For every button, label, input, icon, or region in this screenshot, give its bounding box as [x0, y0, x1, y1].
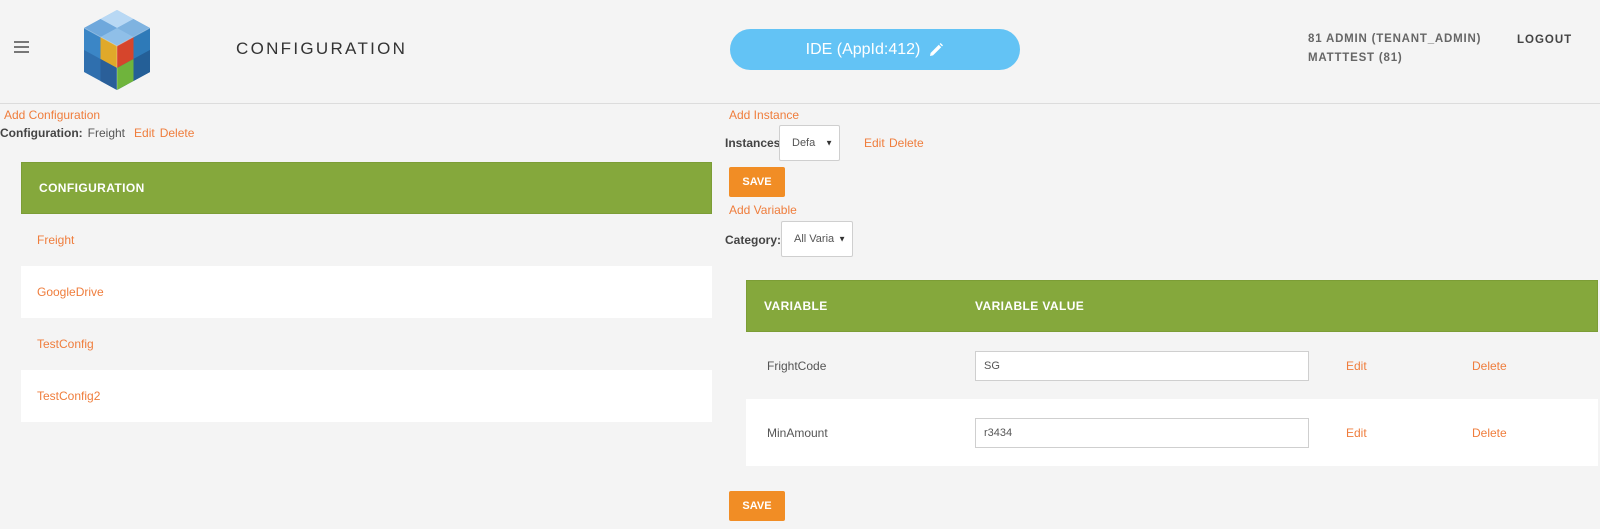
configuration-value: Freight: [87, 126, 126, 140]
table-row: MinAmount r3434 Edit Delete: [746, 399, 1598, 466]
column-header-variable-value: VARIABLE VALUE: [975, 299, 1085, 313]
add-configuration-link[interactable]: Add Configuration: [4, 108, 100, 122]
list-item[interactable]: TestConfig: [21, 318, 712, 370]
instance-delete-link[interactable]: Delete: [889, 136, 924, 150]
variable-delete-link[interactable]: Delete: [1472, 426, 1507, 440]
configuration-edit-link[interactable]: Edit: [134, 126, 155, 140]
user-role: 81 ADMIN (TENANT_ADMIN): [1308, 33, 1482, 45]
save-variables-button[interactable]: SAVE: [729, 491, 785, 521]
add-variable-link[interactable]: Add Variable: [729, 203, 797, 217]
app-selector-button[interactable]: IDE (AppId:412): [730, 29, 1020, 70]
configuration-table-header: CONFIGURATION: [21, 162, 712, 214]
variable-value-input[interactable]: SG: [975, 350, 1309, 381]
instances-select[interactable]: Defa ▼: [779, 125, 840, 161]
pencil-icon: [930, 42, 944, 56]
variable-name: FrightCode: [767, 358, 827, 373]
variable-name: MinAmount: [767, 425, 828, 440]
configuration-selector: Configuration: Freight Edit Delete: [0, 126, 194, 140]
variable-delete-link[interactable]: Delete: [1472, 359, 1507, 373]
page-title: CONFIGURATION: [236, 39, 408, 58]
list-item[interactable]: TestConfig2: [21, 370, 712, 422]
configuration-item-link[interactable]: GoogleDrive: [37, 285, 104, 299]
column-header-variable: VARIABLE: [764, 299, 828, 313]
tenant-name: MATTTEST (81): [1308, 52, 1403, 64]
table-row: FrightCode SG Edit Delete: [746, 332, 1598, 399]
variable-edit-link[interactable]: Edit: [1346, 359, 1367, 373]
instances-label: Instances: [725, 136, 781, 150]
category-select[interactable]: All Varia ▼: [781, 221, 853, 257]
instances-select-value: Defa: [792, 137, 816, 149]
configuration-table: CONFIGURATION Freight GoogleDrive TestCo…: [21, 162, 712, 422]
configuration-item-link[interactable]: TestConfig2: [37, 389, 100, 403]
configuration-delete-link[interactable]: Delete: [160, 126, 195, 140]
instance-edit-link[interactable]: Edit: [864, 136, 885, 150]
top-header: CONFIGURATION IDE (AppId:412) 81 ADMIN (…: [0, 0, 1600, 104]
configuration-item-link[interactable]: TestConfig: [37, 337, 94, 351]
list-item[interactable]: Freight: [21, 214, 712, 266]
variable-edit-link[interactable]: Edit: [1346, 426, 1367, 440]
app-pill-label: IDE (AppId:412): [805, 40, 921, 58]
save-instance-button[interactable]: SAVE: [729, 167, 785, 197]
caret-down-icon: ▼: [838, 234, 846, 244]
variables-table-header: VARIABLE VARIABLE VALUE: [746, 280, 1598, 332]
variable-value-input[interactable]: r3434: [975, 417, 1309, 448]
configuration-label: Configuration:: [0, 126, 83, 140]
category-select-value: All Varia: [794, 233, 835, 245]
cube-logo: [83, 10, 151, 90]
caret-down-icon: ▼: [825, 138, 833, 148]
configuration-item-link[interactable]: Freight: [37, 233, 74, 247]
category-label: Category:: [725, 233, 782, 247]
list-item[interactable]: GoogleDrive: [21, 266, 712, 318]
variables-table: VARIABLE VARIABLE VALUE FrightCode SG Ed…: [746, 280, 1598, 466]
hamburger-menu-icon[interactable]: [14, 41, 29, 56]
logout-link[interactable]: LOGOUT: [1517, 34, 1572, 46]
add-instance-link[interactable]: Add Instance: [729, 108, 799, 122]
